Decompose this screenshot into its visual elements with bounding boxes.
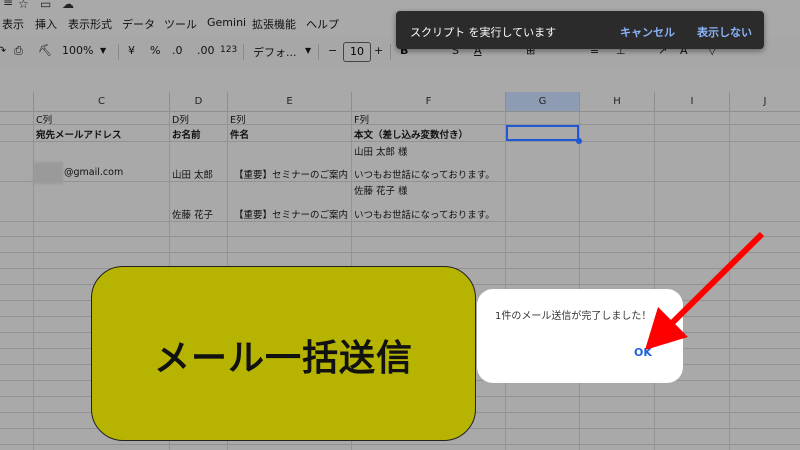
arrow-shaft [665,231,765,330]
red-arrow-annotation [645,231,765,350]
